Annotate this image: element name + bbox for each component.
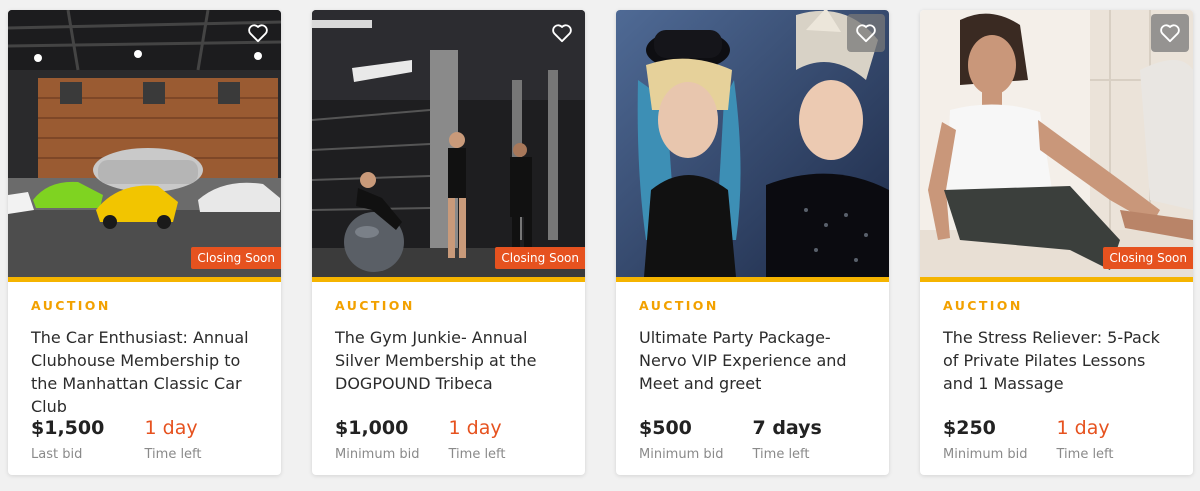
card-image[interactable]: Closing Soon [8, 10, 281, 277]
closing-soon-badge: Closing Soon [495, 247, 585, 269]
time-left-value: 1 day [448, 417, 502, 439]
price-label: Last bid [31, 447, 83, 462]
card-title[interactable]: The Stress Reliever: 5-Pack of Private P… [943, 326, 1170, 398]
card-image[interactable]: Closing Soon [920, 10, 1193, 277]
favorite-button[interactable] [239, 14, 277, 52]
price-stat: $1,500 Last bid [31, 417, 145, 462]
card-image[interactable]: Closing Soon [312, 10, 585, 277]
price-stat: $250 Minimum bid [943, 417, 1057, 462]
time-left-label: Time left [752, 447, 810, 462]
price-label: Minimum bid [335, 447, 420, 462]
time-stat: 1 day Time left [449, 417, 563, 462]
time-stat: 7 days Time left [753, 417, 867, 462]
time-left-value: 1 day [144, 417, 198, 439]
favorite-button[interactable] [847, 14, 885, 52]
card-title[interactable]: The Car Enthusiast: Annual Clubhouse Mem… [31, 326, 258, 416]
closing-soon-badge: Closing Soon [1103, 247, 1193, 269]
listing-type: AUCTION [943, 298, 1023, 313]
heart-outline-icon [856, 24, 876, 43]
card-body: AUCTION Ultimate Party Package- Nervo VI… [616, 282, 889, 462]
heart-outline-icon [552, 24, 572, 43]
time-left-label: Time left [1056, 447, 1114, 462]
listing-type: AUCTION [639, 298, 719, 313]
price-label: Minimum bid [639, 447, 724, 462]
price-value: $500 [639, 417, 692, 439]
card-stats: $500 Minimum bid 7 days Time left [639, 417, 866, 462]
card-image[interactable] [616, 10, 889, 277]
time-left-label: Time left [448, 447, 506, 462]
listing-type: AUCTION [335, 298, 415, 313]
price-stat: $500 Minimum bid [639, 417, 753, 462]
price-label: Minimum bid [943, 447, 1028, 462]
card-stats: $250 Minimum bid 1 day Time left [943, 417, 1170, 462]
time-stat: 1 day Time left [145, 417, 259, 462]
heart-outline-icon [248, 24, 268, 43]
card-stats: $1,500 Last bid 1 day Time left [31, 417, 258, 462]
card-body: AUCTION The Stress Reliever: 5-Pack of P… [920, 282, 1193, 462]
time-left-label: Time left [144, 447, 202, 462]
card-body: AUCTION The Car Enthusiast: Annual Clubh… [8, 282, 281, 462]
auction-card[interactable]: Closing Soon AUCTION The Car Enthusiast:… [8, 10, 281, 475]
listing-type: AUCTION [31, 298, 111, 313]
card-title[interactable]: Ultimate Party Package- Nervo VIP Experi… [639, 326, 866, 398]
price-value: $1,500 [31, 417, 105, 439]
card-stats: $1,000 Minimum bid 1 day Time left [335, 417, 562, 462]
price-value: $1,000 [335, 417, 409, 439]
favorite-button[interactable] [543, 14, 581, 52]
auction-card[interactable]: AUCTION Ultimate Party Package- Nervo VI… [616, 10, 889, 475]
favorite-button[interactable] [1151, 14, 1189, 52]
card-title[interactable]: The Gym Junkie- Annual Silver Membership… [335, 326, 562, 398]
auction-card[interactable]: Closing Soon AUCTION The Gym Junkie- Ann… [312, 10, 585, 475]
price-stat: $1,000 Minimum bid [335, 417, 449, 462]
card-body: AUCTION The Gym Junkie- Annual Silver Me… [312, 282, 585, 462]
time-left-value: 7 days [752, 417, 822, 439]
price-value: $250 [943, 417, 996, 439]
heart-outline-icon [1160, 24, 1180, 43]
auction-card-grid: Closing Soon AUCTION The Car Enthusiast:… [8, 10, 1193, 475]
time-stat: 1 day Time left [1057, 417, 1171, 462]
auction-card[interactable]: Closing Soon AUCTION The Stress Reliever… [920, 10, 1193, 475]
closing-soon-badge: Closing Soon [191, 247, 281, 269]
time-left-value: 1 day [1056, 417, 1110, 439]
